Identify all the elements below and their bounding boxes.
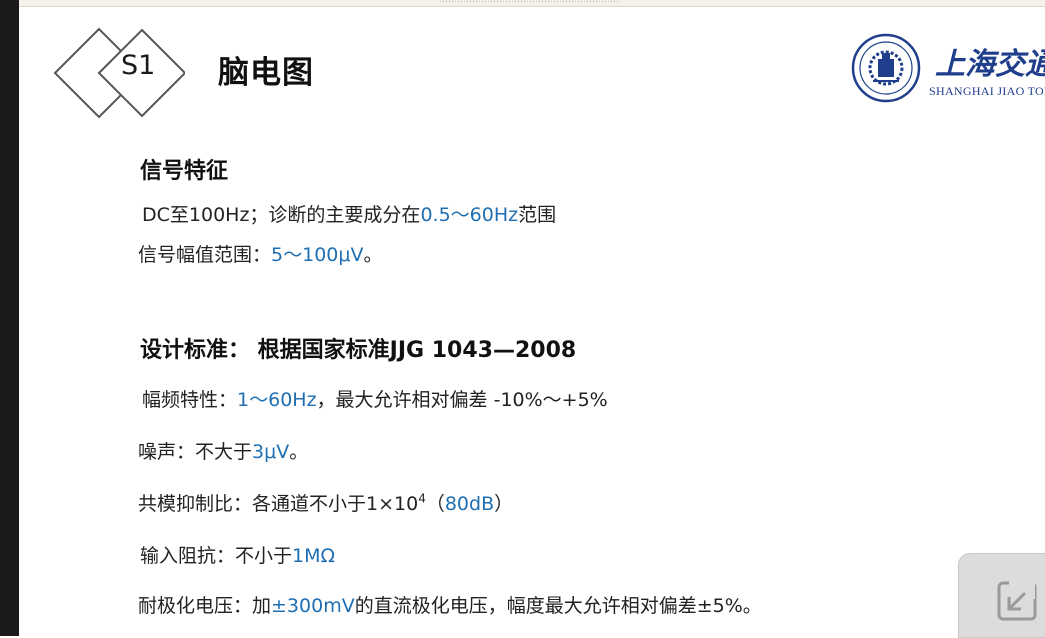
university-logo: 上海交通 SHANGHAI JIAO TONG: [851, 29, 1045, 107]
left-dark-bar: [0, 0, 19, 636]
standard-line-1-suffix: ，最大允许相对偏差 -10%～+5%: [316, 389, 608, 411]
standard-line-4-text: 输入阻抗：不小于: [140, 545, 293, 567]
standard-line-5-suffix: 的直流极化电压，幅度最大允许相对偏差±5%。: [354, 595, 762, 617]
signal-line-2: 信号幅值范围：5～100μV。: [138, 240, 382, 267]
standard-line-2-suffix: 。: [289, 441, 309, 463]
signal-line-1-suffix: 范围: [518, 204, 557, 226]
signal-line-2-highlight: 5～100μV: [271, 244, 364, 266]
diamond-badge-icon: [53, 27, 185, 119]
signal-heading: 信号特征: [140, 159, 229, 184]
standard-line-2: 噪声：不大于3μV。: [138, 437, 308, 464]
standard-line-3: 共模抑制比：各通道不小于1×104（80dB）: [138, 489, 513, 516]
standard-line-5-text: 耐极化电压：加: [138, 595, 272, 617]
restore-view-button[interactable]: [958, 553, 1045, 638]
standard-heading: 设计标准： 根据国家标准JJG 1043—2008: [140, 338, 577, 363]
university-seal-icon: [851, 33, 921, 103]
top-caption-strip: ……………………………………………………: [19, 0, 1045, 7]
standard-line-1: 幅频特性：1～60Hz，最大允许相对偏差 -10%～+5%: [142, 385, 608, 412]
expand-icon: [997, 579, 1037, 621]
top-caption-text: ……………………………………………………: [439, 0, 619, 5]
standard-line-5-highlight: ±300mV: [271, 595, 355, 617]
signal-line-2-suffix: 。: [363, 244, 383, 266]
standard-line-1-text: 幅频特性：: [142, 389, 238, 411]
standard-line-3-highlight: 80dB: [444, 493, 495, 515]
standard-line-2-highlight: 3μV: [252, 441, 290, 463]
signal-line-2-text: 信号幅值范围：: [138, 244, 272, 266]
standard-line-4: 输入阻抗：不小于1MΩ: [140, 541, 335, 568]
signal-line-1-highlight: 0.5～60Hz: [420, 204, 519, 226]
standard-line-3-paren-open: （: [425, 493, 445, 515]
standard-line-2-text: 噪声：不大于: [138, 441, 253, 463]
signal-line-1: DC至100Hz；诊断的主要成分在0.5～60Hz范围: [142, 200, 556, 227]
slide: S1 脑电图 上海交通 SHANGHAI JIAO TONG 信号特征 DC至1…: [19, 7, 1045, 636]
logo-english-name: SHANGHAI JIAO TONG: [929, 84, 1045, 98]
standard-line-3-exponent: 4: [418, 491, 426, 506]
section-number: S1: [121, 50, 156, 81]
standard-line-1-highlight: 1～60Hz: [237, 389, 317, 411]
standard-line-5: 耐极化电压：加±300mV的直流极化电压，幅度最大允许相对偏差±5%。: [138, 591, 762, 618]
standard-line-4-highlight: 1MΩ: [292, 545, 336, 567]
signal-line-1-text: DC至100Hz；诊断的主要成分在: [142, 204, 421, 226]
standard-line-3-suffix: ）: [494, 493, 514, 515]
logo-chinese-name: 上海交通: [935, 47, 1045, 82]
page-title: 脑电图: [218, 55, 314, 91]
standard-line-3-text: 共模抑制比：各通道不小于1×10: [138, 493, 419, 515]
